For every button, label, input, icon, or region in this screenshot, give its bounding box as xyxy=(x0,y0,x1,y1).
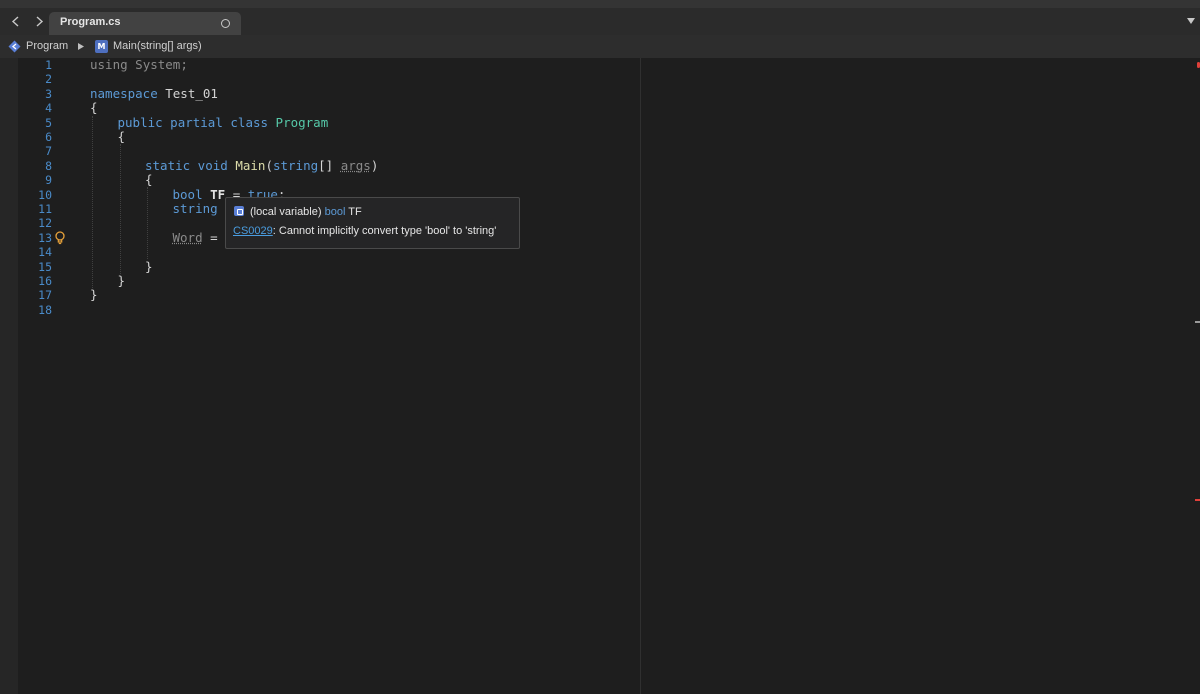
line-number: 2 xyxy=(45,72,52,87)
code-token: [] xyxy=(318,157,341,173)
line-number: 18 xyxy=(38,302,52,317)
line-number: 7 xyxy=(45,144,52,159)
line-number: 1 xyxy=(45,58,52,72)
keyword: string xyxy=(272,157,319,173)
parameter-name: args xyxy=(340,157,371,173)
column-guide xyxy=(640,58,641,694)
keyword: using xyxy=(90,57,128,72)
code-line: public partial class Program xyxy=(117,114,329,130)
line-number: 13 xyxy=(38,230,52,245)
scroll-marker-error xyxy=(1195,499,1200,501)
method-icon: M xyxy=(95,40,108,53)
variable-name: TF xyxy=(202,186,226,202)
tooltip-type: bool xyxy=(324,206,346,218)
code-line: using System; xyxy=(90,57,188,72)
tooltip-error: CS0029: Cannot implicitly convert type '… xyxy=(233,225,496,237)
brace: } xyxy=(145,258,153,274)
keyword: partial xyxy=(162,114,223,130)
title-strip xyxy=(0,0,1200,8)
namespace-name: Test_01 xyxy=(157,85,218,101)
chevron-right-icon xyxy=(36,16,43,27)
code-line: { xyxy=(145,172,153,188)
local-variable-icon xyxy=(234,206,244,216)
error-message: : Cannot implicitly convert type 'bool' … xyxy=(272,225,497,237)
keyword: void xyxy=(190,157,228,173)
tooltip-prefix: (local variable) xyxy=(250,206,325,218)
variable-name: Word xyxy=(172,229,203,245)
line-number: 9 xyxy=(45,173,52,188)
code-line: static void Main(string[] args) xyxy=(145,157,379,173)
brace: } xyxy=(90,287,98,303)
scroll-marker xyxy=(1195,321,1200,323)
breadcrumb-separator-icon xyxy=(78,43,84,50)
tooltip-name: TF xyxy=(345,206,362,218)
line-number: 15 xyxy=(38,259,52,274)
line-number: 8 xyxy=(45,158,52,173)
code-line: } xyxy=(117,273,126,288)
code-text[interactable]: using System; namespace Test_01 { public… xyxy=(90,57,630,447)
method-name: Main xyxy=(227,157,266,173)
triangle-down-icon[interactable] xyxy=(1186,16,1196,26)
lightbulb-icon[interactable] xyxy=(54,231,66,245)
line-number: 17 xyxy=(38,288,52,303)
error-code-link[interactable]: CS0029 xyxy=(233,225,273,237)
quick-info-tooltip: (local variable) bool TF CS0029: Cannot … xyxy=(225,197,520,249)
brace: } xyxy=(117,273,126,288)
code-token: ) xyxy=(370,157,379,173)
class-name: Program xyxy=(268,114,329,130)
keyword: static xyxy=(145,157,191,173)
keyword: string xyxy=(172,201,218,216)
code-line: { xyxy=(90,100,98,116)
line-number: 10 xyxy=(38,187,52,202)
breadcrumb-method[interactable]: Main(string[] args) xyxy=(113,40,202,52)
brace: { xyxy=(117,129,126,144)
brace: { xyxy=(90,100,98,116)
breadcrumb: Program M Main(string[] args) xyxy=(0,35,1200,58)
line-number: 11 xyxy=(38,202,52,216)
line-number: 6 xyxy=(45,130,52,144)
tab-bar: Program.cs xyxy=(0,8,1200,35)
code-editor[interactable]: 1 2 3 4 5 6 7 8 9 10 11 12 13 14 15 16 1… xyxy=(0,57,1200,694)
line-number: 4 xyxy=(45,101,52,116)
namespace-icon xyxy=(8,40,21,53)
code-line: } xyxy=(145,258,153,274)
tooltip-signature: (local variable) bool TF xyxy=(250,206,362,218)
circle-icon[interactable] xyxy=(221,19,230,28)
brace: { xyxy=(145,172,153,188)
tab-program-cs[interactable]: Program.cs xyxy=(49,12,241,35)
line-number: 14 xyxy=(38,245,52,260)
code-token: System; xyxy=(127,57,188,72)
line-number: 12 xyxy=(38,216,52,231)
nav-back-button[interactable] xyxy=(4,8,26,35)
keyword: namespace xyxy=(90,85,158,101)
code-token: = xyxy=(202,229,226,245)
editor-margin xyxy=(0,58,18,694)
nav-forward-button[interactable] xyxy=(28,8,50,35)
keyword: class xyxy=(222,114,269,130)
line-number: 3 xyxy=(45,86,52,101)
code-line: { xyxy=(117,129,126,144)
code-line: } xyxy=(90,288,98,302)
code-line: namespace Test_01 xyxy=(90,85,218,101)
tab-label: Program.cs xyxy=(60,16,121,28)
keyword: public xyxy=(117,114,163,130)
line-number: 16 xyxy=(38,274,52,288)
breadcrumb-namespace[interactable]: Program xyxy=(26,40,68,52)
chevron-left-icon xyxy=(11,16,18,27)
code-token: ( xyxy=(265,157,273,173)
keyword: bool xyxy=(172,186,203,202)
line-number: 5 xyxy=(45,115,52,130)
